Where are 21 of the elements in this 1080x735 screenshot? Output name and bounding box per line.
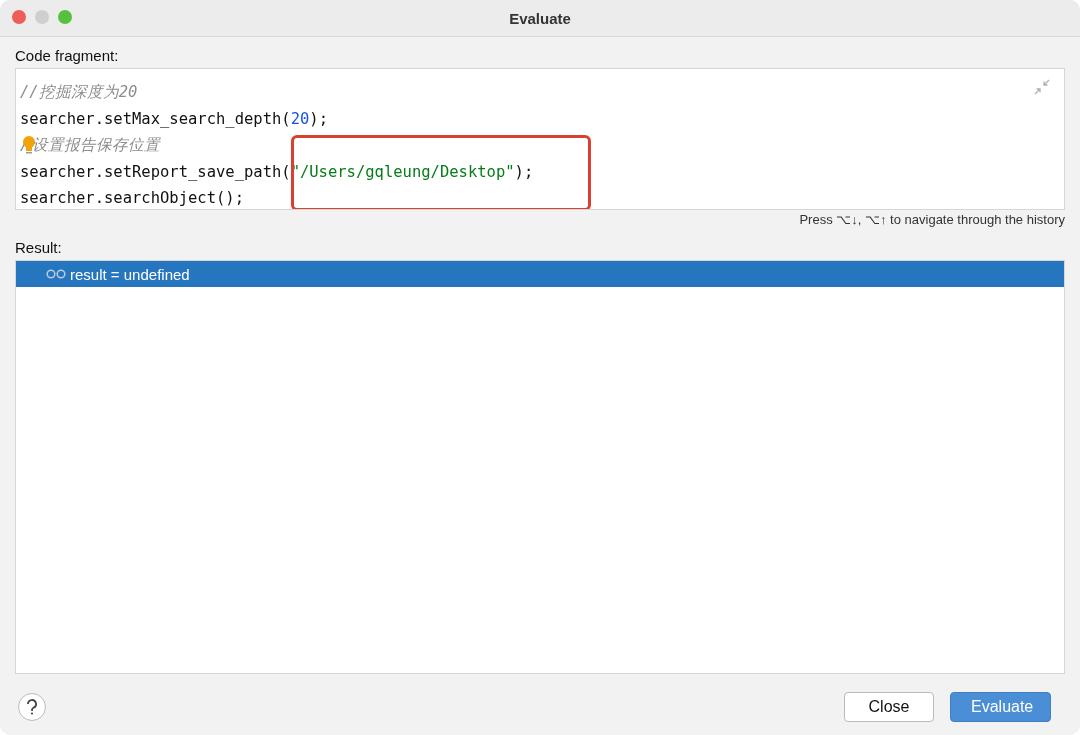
section-label: Code fragment: <box>15 47 119 64</box>
help-button[interactable] <box>18 693 46 721</box>
code-string: "/Users/gqleung/Desktop" <box>290 161 515 183</box>
result-row[interactable]: result = undefined <box>16 261 1064 287</box>
help-icon <box>26 699 38 715</box>
close-button[interactable]: Close <box>844 692 934 722</box>
code-text: searcher.setMax_search_depth( <box>20 108 291 130</box>
collapse-icon[interactable] <box>1034 79 1050 95</box>
section-label: Result: <box>15 239 62 256</box>
window-title: Evaluate <box>509 9 571 27</box>
code-comment: 设置报告保存位置 <box>32 135 161 156</box>
code-text: searcher.setReport_save_path( <box>20 161 291 183</box>
code-text: ); <box>309 108 328 130</box>
code-text: searcher.searchObject(); <box>20 188 244 209</box>
code-comment: //挖掘深度为20 <box>20 82 138 103</box>
close-window-button[interactable] <box>12 10 26 24</box>
zoom-window-button[interactable] <box>58 10 72 24</box>
code-number: 20 <box>290 108 310 130</box>
history-hint: Press ⌥↓, ⌥↑ to navigate through the history <box>799 212 1065 227</box>
glasses-icon <box>46 269 66 279</box>
code-text: ); <box>514 161 534 183</box>
